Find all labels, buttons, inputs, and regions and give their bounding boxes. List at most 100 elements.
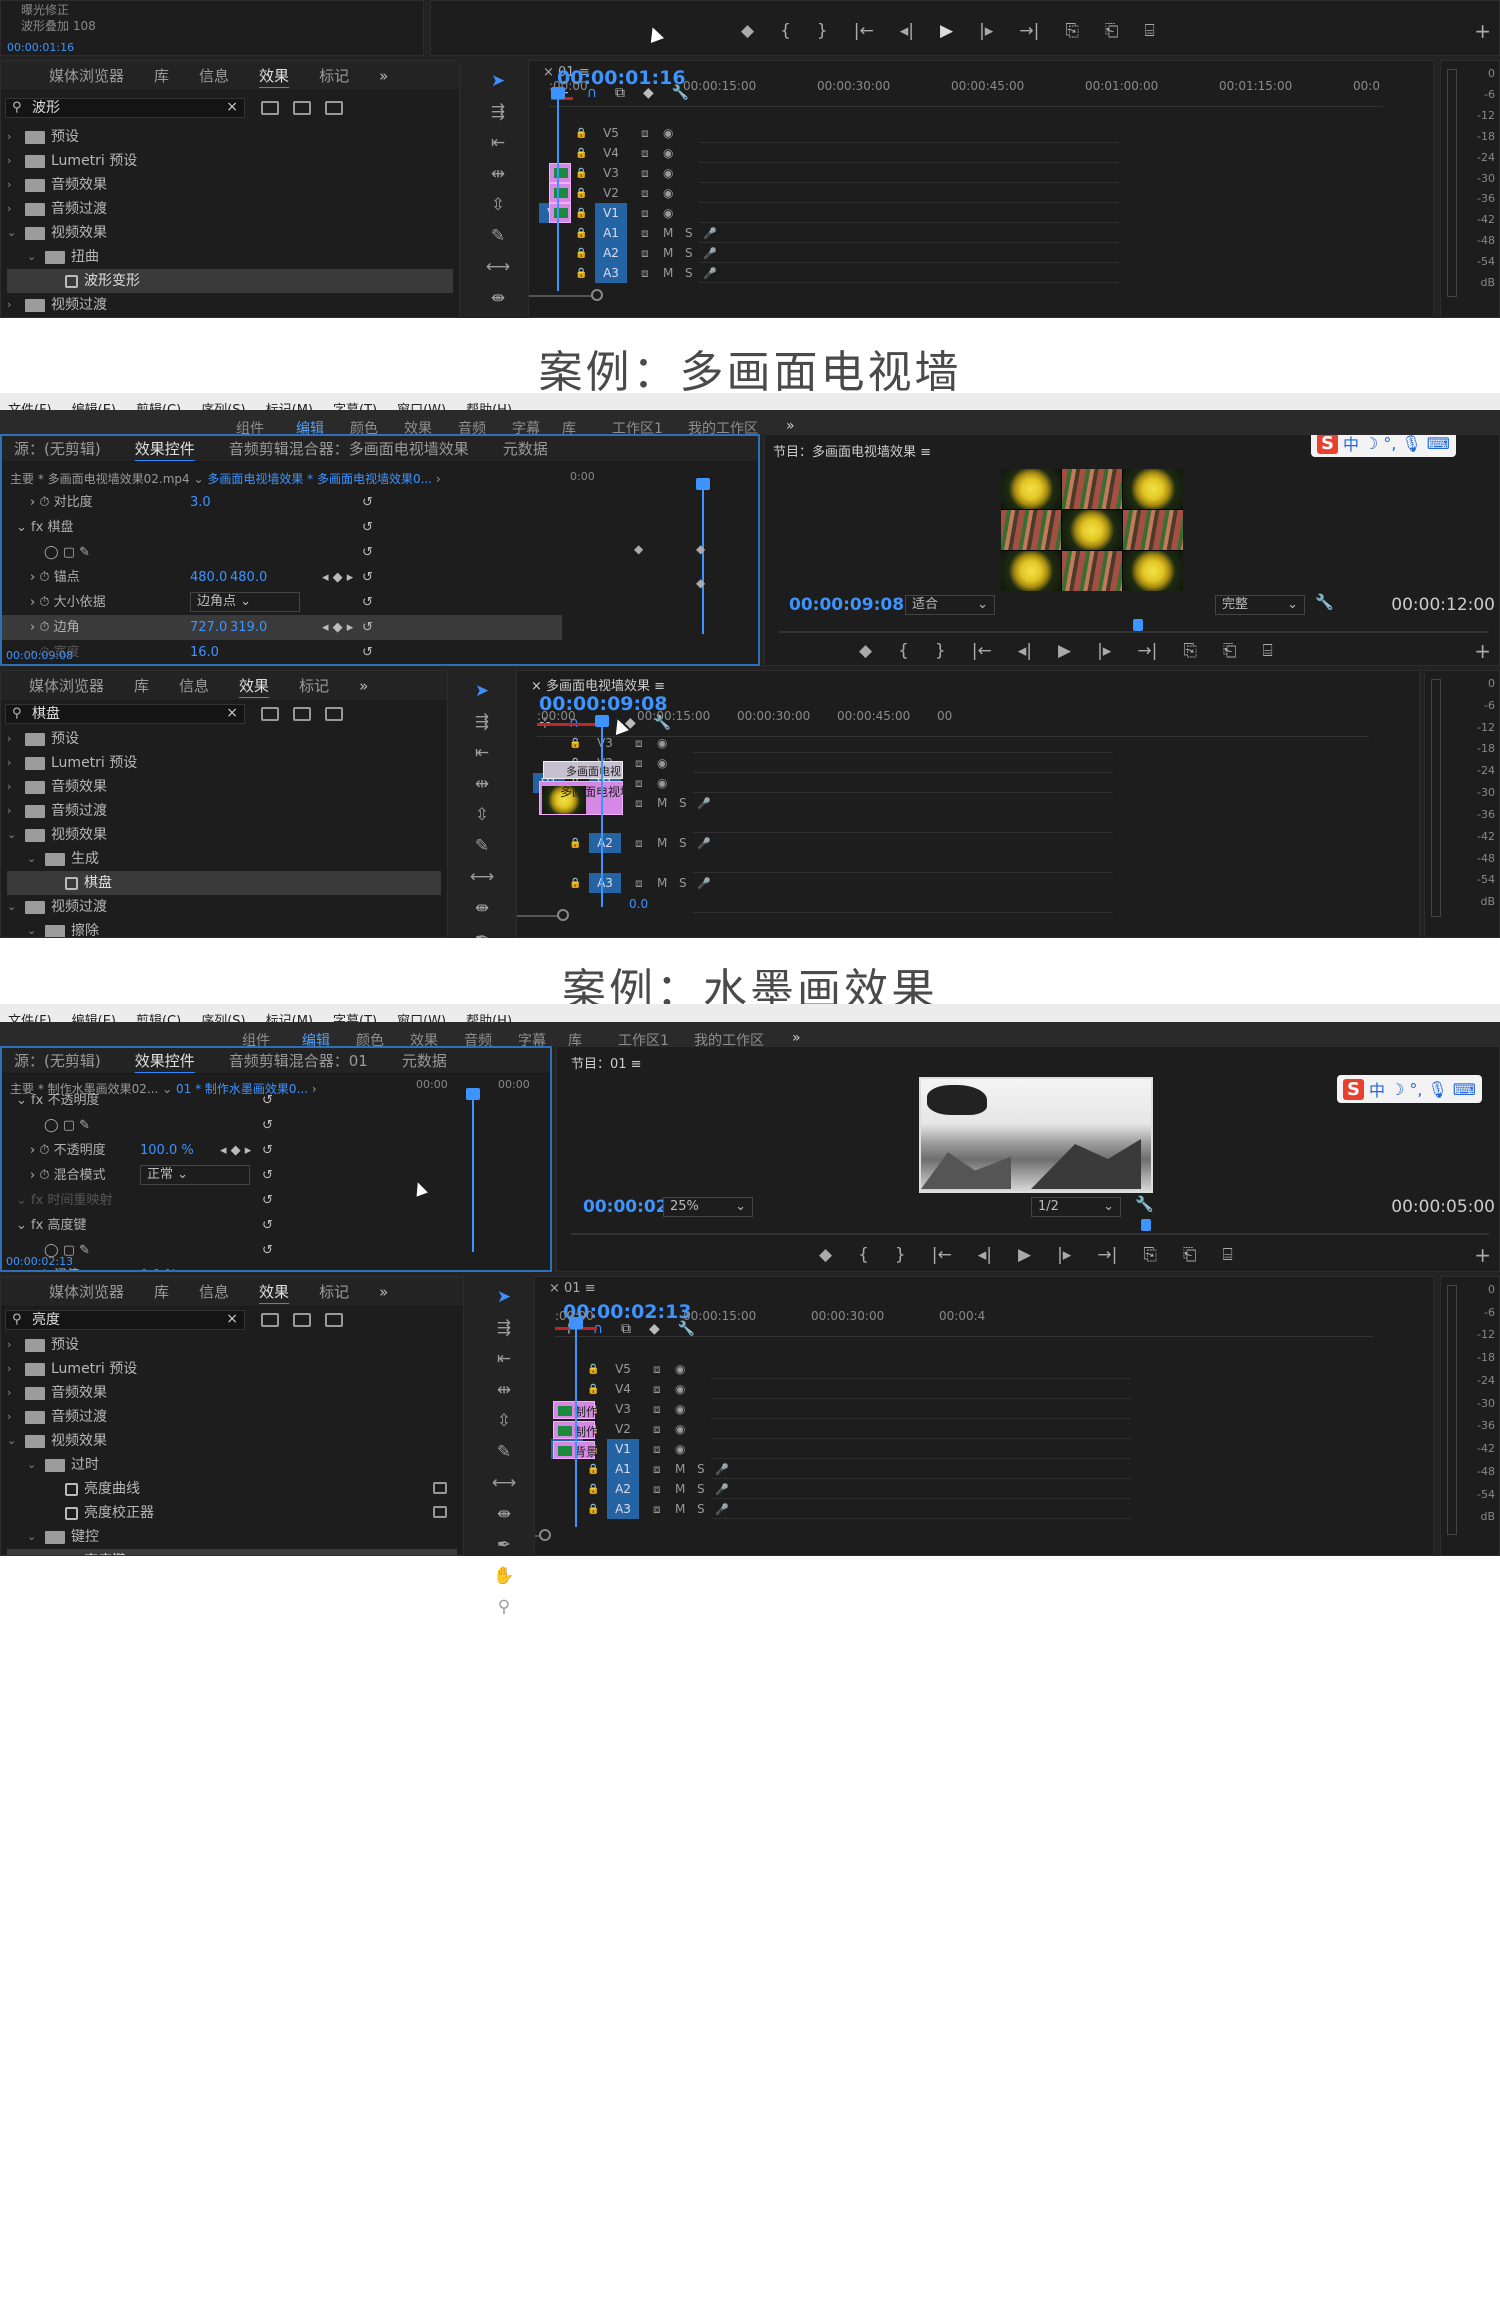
track-target-v3[interactable]: V3 bbox=[595, 163, 627, 183]
clear-search-icon[interactable]: × bbox=[226, 704, 238, 722]
eye-icon[interactable]: ◉ bbox=[675, 1362, 685, 1376]
track-target-a3[interactable]: A3 bbox=[595, 263, 627, 283]
tab-library[interactable]: 库 bbox=[154, 1281, 169, 1302]
ec-playhead-handle[interactable] bbox=[466, 1088, 480, 1100]
track-target-a1[interactable]: A1 bbox=[607, 1459, 639, 1479]
ime-keyboard-icon[interactable]: ⌨ bbox=[1453, 1080, 1476, 1099]
stopwatch-icon[interactable]: › ⏱ bbox=[30, 1268, 54, 1270]
track-target-v4[interactable]: V4 bbox=[607, 1379, 639, 1399]
tree-item[interactable]: ⌄ 视频过渡 bbox=[7, 895, 441, 919]
lock-icon[interactable]: 🔒 bbox=[587, 1364, 599, 1375]
lock-icon[interactable]: 🔒 bbox=[575, 168, 587, 179]
rolling-icon[interactable]: ⇹ bbox=[475, 771, 489, 798]
lock-icon[interactable]: 🔒 bbox=[569, 838, 581, 849]
chevron-down-icon[interactable]: ⌄ bbox=[27, 847, 39, 871]
ime-lang[interactable]: 中 bbox=[1343, 435, 1359, 455]
rect-mask-icon[interactable]: ▢ bbox=[63, 545, 79, 560]
track-target-a2[interactable]: A2 bbox=[595, 243, 627, 263]
export-frame-button[interactable]: ⌸ bbox=[1263, 641, 1273, 661]
sync-lock-icon[interactable]: ⧈ bbox=[653, 1402, 661, 1417]
play-button[interactable]: ▶ bbox=[1058, 641, 1071, 661]
solo-button[interactable]: S bbox=[685, 246, 693, 260]
go-to-out-button[interactable]: →| bbox=[1097, 1245, 1117, 1265]
track-target-a3[interactable]: A3 bbox=[607, 1499, 639, 1519]
tab-media-browser[interactable]: 媒体浏览器 bbox=[49, 65, 124, 86]
lock-icon[interactable]: 🔒 bbox=[587, 1504, 599, 1515]
add-button-icon[interactable]: + bbox=[1474, 639, 1491, 663]
lift-button[interactable]: ⎘ bbox=[1183, 641, 1197, 661]
ime-punct-icon[interactable]: °, bbox=[1383, 435, 1396, 453]
select-icon[interactable]: ➤ bbox=[475, 678, 489, 705]
quality-select[interactable]: 1/2 ⌄ bbox=[1031, 1197, 1121, 1217]
sync-lock-icon[interactable]: ⧈ bbox=[653, 1442, 661, 1457]
ec-playhead[interactable] bbox=[702, 482, 704, 634]
mute-button[interactable]: M bbox=[663, 226, 673, 240]
reset-icon[interactable]: ↺ bbox=[262, 1088, 273, 1113]
mark-in-button[interactable]: { bbox=[858, 1245, 869, 1265]
clip[interactable] bbox=[549, 183, 571, 203]
solo-button[interactable]: S bbox=[679, 836, 687, 850]
accelerated-effects-icon[interactable] bbox=[261, 101, 279, 115]
chevron-right-icon[interactable]: › bbox=[7, 1357, 19, 1381]
slide-icon[interactable]: ⇼ bbox=[497, 1501, 511, 1528]
sync-lock-icon[interactable]: ⧈ bbox=[653, 1362, 661, 1377]
chevron-right-icon[interactable]: › bbox=[7, 1405, 19, 1429]
track-select-icon[interactable]: ⇶ bbox=[475, 709, 489, 736]
property-value[interactable]: 100.0 % bbox=[140, 1138, 194, 1163]
tree-item[interactable]: ⌄ 生成 bbox=[7, 847, 441, 871]
track-target-v5[interactable]: V5 bbox=[595, 123, 627, 143]
tree-item[interactable]: › 预设 bbox=[7, 1333, 457, 1357]
add-button-icon[interactable]: + bbox=[1474, 19, 1491, 43]
tree-item[interactable]: 高度键 bbox=[7, 1549, 457, 1555]
stopwatch-icon[interactable]: › ⏱ bbox=[30, 1168, 54, 1183]
tree-item[interactable]: › Lumetri 预设 bbox=[7, 149, 453, 173]
reset-icon[interactable]: ↺ bbox=[362, 615, 373, 640]
playhead[interactable] bbox=[601, 717, 603, 907]
zoom-select[interactable]: 25% ⌄ bbox=[663, 1197, 753, 1217]
tab-effects[interactable]: 效果 bbox=[239, 675, 269, 696]
yuv-effects-icon[interactable] bbox=[325, 1313, 343, 1327]
pen-mask-icon[interactable]: ✎ bbox=[79, 1243, 90, 1258]
tab-library[interactable]: 库 bbox=[134, 675, 149, 696]
step-back-button[interactable]: ◂| bbox=[900, 21, 914, 41]
rate-stretch-icon[interactable]: ⇳ bbox=[475, 802, 489, 829]
eye-icon[interactable]: ◉ bbox=[663, 166, 673, 180]
add-button-icon[interactable]: + bbox=[1474, 1243, 1491, 1267]
sync-lock-icon[interactable]: ⧈ bbox=[635, 756, 643, 771]
property-value[interactable]: 3.0 bbox=[190, 490, 211, 515]
reset-icon[interactable]: ↺ bbox=[262, 1213, 273, 1238]
tab-info[interactable]: 信息 bbox=[199, 65, 229, 86]
tree-item[interactable]: › 音频效果 bbox=[7, 173, 453, 197]
chevron-right-icon[interactable]: › bbox=[7, 293, 19, 317]
slide-icon[interactable]: ⇼ bbox=[475, 895, 489, 922]
property-value[interactable]: 480.0 bbox=[190, 565, 227, 590]
tab-metadata[interactable]: 元数据 bbox=[503, 438, 548, 459]
marker-button[interactable]: ◆ bbox=[819, 1245, 832, 1265]
master-clip-label[interactable]: 主要 * 多画面电视墙效果02.mp4 ⌄ 多画面电视墙效果 * 多画面电视墙效… bbox=[10, 470, 441, 487]
sync-lock-icon[interactable]: ⧈ bbox=[635, 836, 643, 851]
playhead-handle[interactable] bbox=[551, 87, 565, 99]
accelerated-effects-icon[interactable] bbox=[261, 707, 279, 721]
chevron-down-icon[interactable]: ⌄ bbox=[27, 919, 39, 937]
fx-toggle-icon[interactable]: ⌄ fx bbox=[16, 1218, 47, 1233]
tree-item[interactable]: › 音频效果 bbox=[7, 1381, 457, 1405]
chevron-down-icon[interactable]: ⌄ bbox=[27, 1453, 39, 1477]
chevron-down-icon[interactable]: ⌄ bbox=[27, 245, 39, 269]
chevron-right-icon[interactable]: › bbox=[7, 197, 19, 221]
tree-item[interactable]: ⌄ 视频效果 bbox=[7, 221, 453, 245]
stopwatch-icon[interactable]: › ⏱ bbox=[30, 570, 54, 585]
stopwatch-icon[interactable]: › ⏱ bbox=[30, 595, 54, 610]
eye-icon[interactable]: ◉ bbox=[663, 126, 673, 140]
tab-effect-controls[interactable]: 效果控件 bbox=[135, 438, 195, 459]
marker-button[interactable]: ◆ bbox=[741, 21, 754, 41]
monitor-scrubber[interactable] bbox=[571, 1233, 1489, 1235]
tree-item[interactable]: 亮度校正器 bbox=[7, 1501, 457, 1525]
track-target-v2[interactable]: V2 bbox=[607, 1419, 639, 1439]
eye-icon[interactable]: ◉ bbox=[675, 1382, 685, 1396]
tree-item[interactable]: ⌄ 键控 bbox=[7, 1525, 457, 1549]
mute-button[interactable]: M bbox=[675, 1462, 685, 1476]
tab-markers[interactable]: 标记 bbox=[319, 1281, 349, 1302]
mute-button[interactable]: M bbox=[657, 836, 667, 850]
tab-info[interactable]: 信息 bbox=[199, 1281, 229, 1302]
razor-icon[interactable]: ✎ bbox=[491, 223, 505, 250]
